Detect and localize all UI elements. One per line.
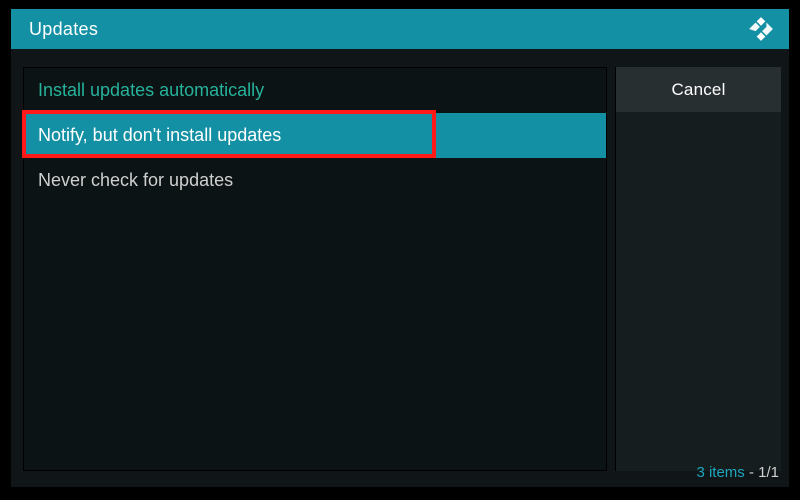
side-panel: Cancel	[615, 67, 781, 471]
dialog-header: Updates	[11, 9, 789, 49]
kodi-logo-icon	[747, 15, 775, 43]
dialog-body: Install updates automatically Notify, bu…	[11, 49, 789, 487]
footer-separator: -	[745, 464, 758, 481]
dialog-window: Updates Install updates automatically No…	[10, 8, 790, 488]
option-install-automatically[interactable]: Install updates automatically	[24, 68, 606, 113]
dialog-title: Updates	[29, 19, 98, 40]
option-notify-dont-install[interactable]: Notify, but don't install updates	[24, 113, 606, 158]
option-label: Install updates automatically	[38, 80, 264, 101]
options-list: Install updates automatically Notify, bu…	[23, 67, 607, 471]
option-never-check[interactable]: Never check for updates	[24, 158, 606, 203]
cancel-label: Cancel	[671, 80, 725, 100]
footer-status: 3 items - 1/1	[696, 464, 779, 481]
cancel-button[interactable]: Cancel	[616, 67, 781, 112]
item-count: 3 items	[696, 464, 744, 481]
option-label: Never check for updates	[38, 170, 233, 191]
page-indicator: 1/1	[758, 464, 779, 481]
option-label: Notify, but don't install updates	[38, 125, 281, 146]
